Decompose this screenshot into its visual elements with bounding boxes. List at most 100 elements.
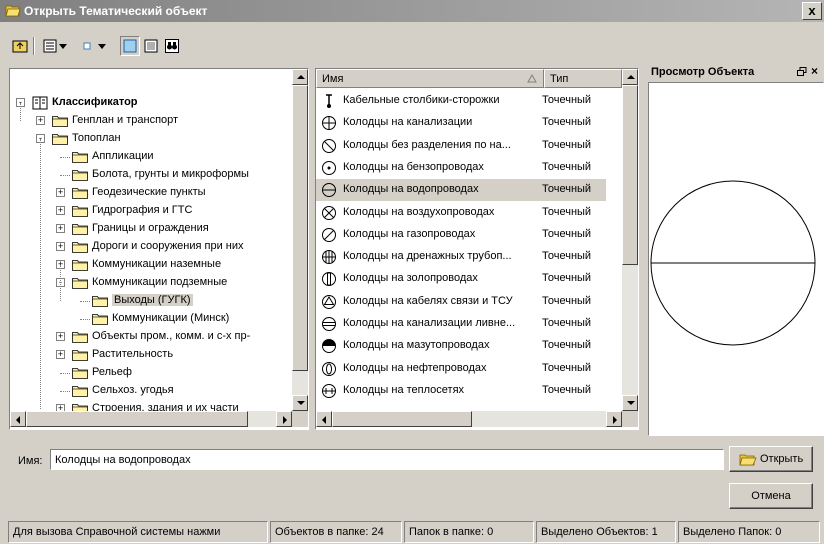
tree-view[interactable]: - Классификатор + Генплан и транспорт - Топоп… — [10, 69, 292, 411]
cancel-button[interactable]: Отмена — [729, 483, 813, 509]
tree-item[interactable]: Сельхоз. угодья — [10, 382, 292, 400]
tree-item[interactable]: Коммуникации (Минск) — [10, 310, 292, 328]
list-item[interactable]: Колодцы на бензопроводах Точечный — [316, 157, 606, 179]
tree-hscroll-thumb[interactable] — [26, 411, 248, 427]
tree-item[interactable]: + Дороги и сооружения при них — [10, 238, 292, 256]
list-item[interactable]: Колодцы на теплосетях Точечный — [316, 380, 606, 402]
tree-item-label: Болота, грунты и микроформы — [92, 168, 249, 180]
list-scroll-up-button[interactable] — [622, 69, 638, 85]
open-button[interactable]: Открыть — [729, 446, 813, 472]
list-item-type: Точечный — [542, 205, 592, 218]
tree-item-label: Сельхоз. угодья — [92, 384, 174, 396]
list-item-name: Колодцы на канализации ливне... — [343, 317, 516, 329]
close-button[interactable]: x — [802, 2, 822, 20]
list-item[interactable]: Колодцы на дренажных трубоп... Точечный — [316, 246, 606, 268]
list-scroll-right-button[interactable] — [606, 411, 622, 427]
expand-icon[interactable]: + — [56, 188, 65, 197]
expand-icon[interactable]: + — [56, 224, 65, 233]
list-item-type: Точечный — [542, 160, 592, 173]
list-scroll-left-button[interactable] — [316, 411, 332, 427]
list-item[interactable]: Колодцы на золопроводах Точечный — [316, 268, 606, 290]
tree-item[interactable]: - Коммуникации подземные — [10, 274, 292, 292]
list-vertical-scrollbar[interactable] — [622, 69, 638, 411]
name-label: Имя: — [18, 455, 43, 467]
tree-item[interactable]: + Гидрография и ГТС — [10, 202, 292, 220]
circle-grid-icon — [322, 250, 336, 265]
list-horizontal-scrollbar[interactable] — [316, 411, 622, 427]
large-icons-button[interactable] — [120, 36, 140, 56]
list-scroll-down-button[interactable] — [622, 395, 638, 411]
expand-icon[interactable]: + — [56, 242, 65, 251]
list-item-name: Колодцы на водопроводах — [343, 183, 479, 196]
list-item-name: Колодцы на канализации — [343, 116, 473, 129]
tree-item[interactable]: Рельеф — [10, 364, 292, 382]
tree-scroll-down-button[interactable] — [292, 395, 308, 411]
list-scroll-thumb[interactable] — [622, 85, 638, 265]
list-item-type: Точечный — [542, 339, 592, 352]
restore-icon[interactable] — [797, 67, 807, 77]
column-header-type[interactable]: Тип — [544, 69, 622, 88]
open-folder-icon — [739, 454, 757, 466]
expand-icon[interactable]: + — [56, 206, 65, 215]
details-view-icon — [144, 39, 158, 53]
name-input[interactable] — [50, 449, 724, 470]
preview-close-button[interactable]: × — [811, 64, 818, 78]
folder-icon — [72, 188, 88, 199]
tree-scroll-right-button[interactable] — [276, 411, 292, 427]
view-mode-dropdown[interactable] — [57, 36, 69, 56]
folder-icon — [72, 332, 88, 343]
list-item-type: Точечный — [542, 183, 592, 196]
tree-item[interactable]: Выходы (ГУГК) — [10, 292, 292, 310]
tree-item[interactable]: - Топоплан — [10, 130, 292, 148]
up-folder-button[interactable] — [10, 36, 30, 56]
tree-item[interactable]: + Границы и ограждения — [10, 220, 292, 238]
list-item[interactable]: Кабельные столбики-сторожки Точечный — [316, 90, 606, 112]
tree-item[interactable]: + Коммуникации наземные — [10, 256, 292, 274]
list-item[interactable]: Колодцы на кабелях связи и ТСУ Точечный — [316, 291, 606, 313]
tree-item[interactable]: + Генплан и транспорт — [10, 112, 292, 130]
column-header-name[interactable]: Имя — [316, 69, 544, 88]
expand-icon[interactable]: + — [56, 404, 65, 411]
tree-scroll-up-button[interactable] — [292, 69, 308, 85]
small-icons-dropdown[interactable] — [96, 36, 108, 56]
list-hscroll-thumb[interactable] — [332, 411, 472, 427]
tree-root[interactable]: - Классификатор — [10, 94, 292, 112]
tree-item[interactable]: + Объекты пром., комм. и с-х пр- — [10, 328, 292, 346]
tree-scroll-thumb[interactable] — [292, 85, 308, 371]
tree-item-label: Гидрография и ГТС — [92, 204, 193, 216]
find-button[interactable] — [162, 36, 182, 56]
list-item[interactable]: Колодцы на канализации ливне... Точечный — [316, 313, 606, 335]
tree-vertical-scrollbar[interactable] — [292, 69, 308, 411]
list-item[interactable]: Колодцы на газопроводах Точечный — [316, 224, 606, 246]
list-item[interactable]: Колодцы на нефтепроводах Точечный — [316, 358, 606, 380]
expand-icon[interactable]: + — [56, 350, 65, 359]
expand-icon[interactable]: + — [56, 332, 65, 341]
folder-icon — [52, 116, 68, 127]
list-item[interactable]: Колодцы без разделения по на... Точечный — [316, 135, 606, 157]
sort-ascending-icon — [527, 74, 537, 83]
tree-item-label: Аппликации — [92, 150, 154, 162]
tree-item[interactable]: + Строения, здания и их части — [10, 400, 292, 411]
list-item-name: Колодцы на бензопроводах — [343, 160, 484, 173]
list-item-name: Колодцы на кабелях связи и ТСУ — [343, 294, 513, 307]
list-item[interactable]: Колодцы на воздухопроводах Точечный — [316, 202, 606, 224]
tree-item[interactable]: + Геодезические пункты — [10, 184, 292, 202]
binoculars-icon — [165, 39, 179, 53]
tree-item[interactable]: Аппликации — [10, 148, 292, 166]
tree-horizontal-scrollbar[interactable] — [10, 411, 292, 427]
tree-item[interactable]: + Растительность — [10, 346, 292, 364]
circle-diag-icon — [322, 227, 336, 242]
column-name-label: Имя — [322, 73, 344, 85]
list-item[interactable]: Колодцы на водопроводах Точечный — [316, 179, 606, 202]
list-item[interactable]: Колодцы на канализации Точечный — [316, 112, 606, 134]
status-help: Для вызова Справочной системы нажми — [8, 521, 268, 543]
window-title: Открыть Тематический объект — [24, 4, 208, 18]
expand-icon[interactable]: + — [36, 116, 45, 125]
list-item[interactable]: Колодцы на мазутопроводах Точечный — [316, 335, 606, 357]
small-icons-button[interactable] — [77, 36, 97, 56]
details-view-button[interactable] — [141, 36, 161, 56]
objects-list[interactable]: Кабельные столбики-сторожки Точечный Колод… — [316, 88, 622, 411]
tree-scroll-left-button[interactable] — [10, 411, 26, 427]
tree-item[interactable]: Болота, грунты и микроформы — [10, 166, 292, 184]
list-item-name: Колодцы без разделения по на... — [343, 138, 511, 151]
